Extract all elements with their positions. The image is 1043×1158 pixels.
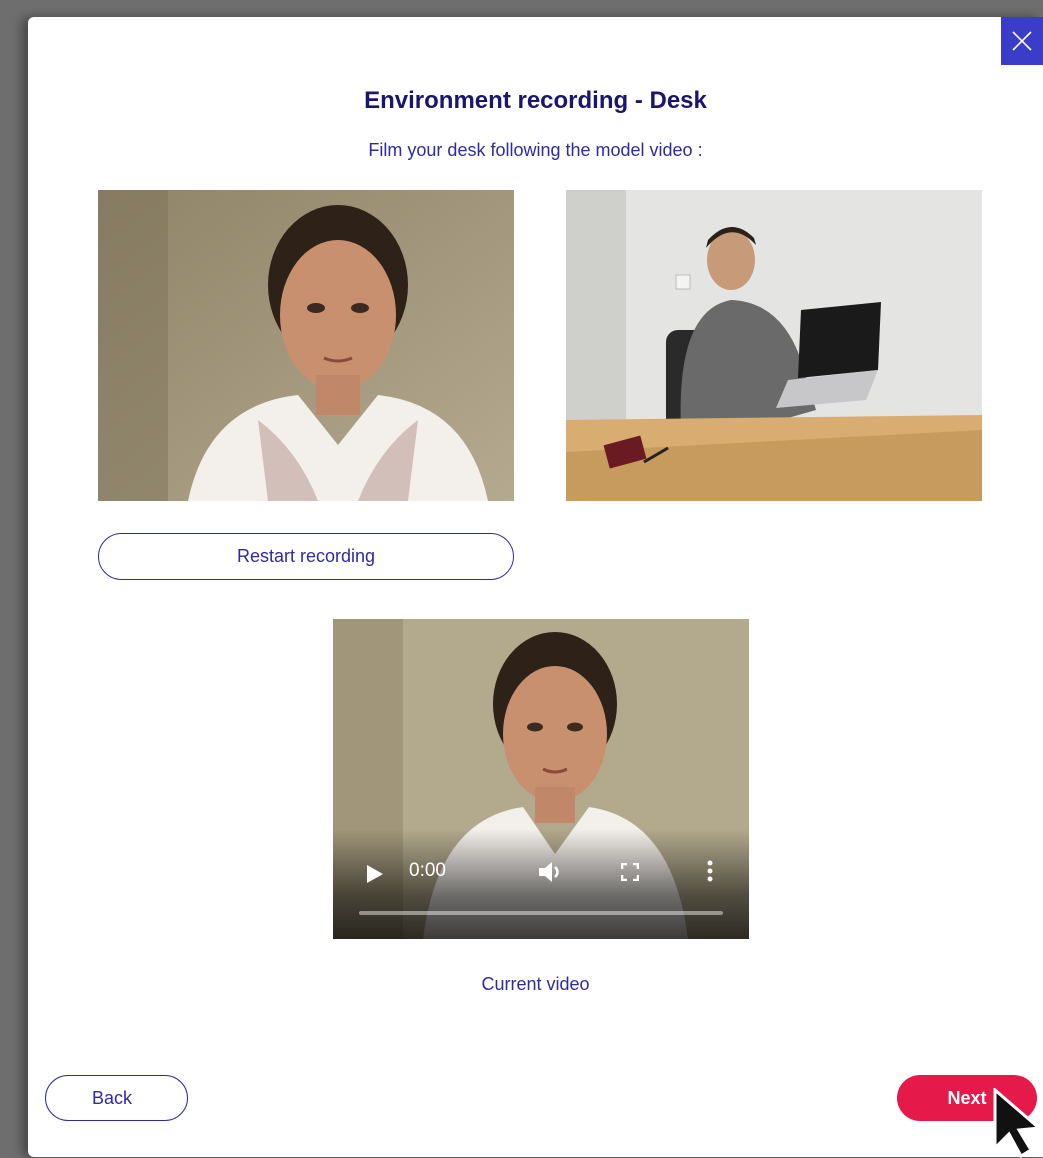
video-time: 0:00 [409, 860, 446, 881]
current-video-player[interactable]: 0:00 [333, 619, 749, 939]
close-icon [1012, 31, 1032, 51]
current-video-caption: Current video [481, 974, 590, 994]
back-button[interactable]: Back [45, 1075, 188, 1121]
mouse-cursor-icon [993, 1088, 1043, 1158]
video-progress-bar[interactable] [359, 911, 723, 915]
page-title: Environment recording - Desk [364, 87, 707, 114]
video-controls-bar: 0:00 [333, 829, 749, 939]
user-recording-preview [98, 190, 514, 501]
instructions-text: Film your desk following the model video… [368, 140, 703, 160]
model-video-preview [566, 190, 982, 501]
fullscreen-icon[interactable] [621, 863, 639, 881]
volume-icon[interactable] [539, 861, 565, 883]
more-icon[interactable] [707, 860, 713, 882]
close-button[interactable] [1001, 17, 1043, 65]
restart-recording-button[interactable]: Restart recording [98, 533, 514, 580]
environment-recording-modal: Environment recording - Desk Film your d… [28, 17, 1043, 1157]
play-icon[interactable] [367, 865, 383, 883]
